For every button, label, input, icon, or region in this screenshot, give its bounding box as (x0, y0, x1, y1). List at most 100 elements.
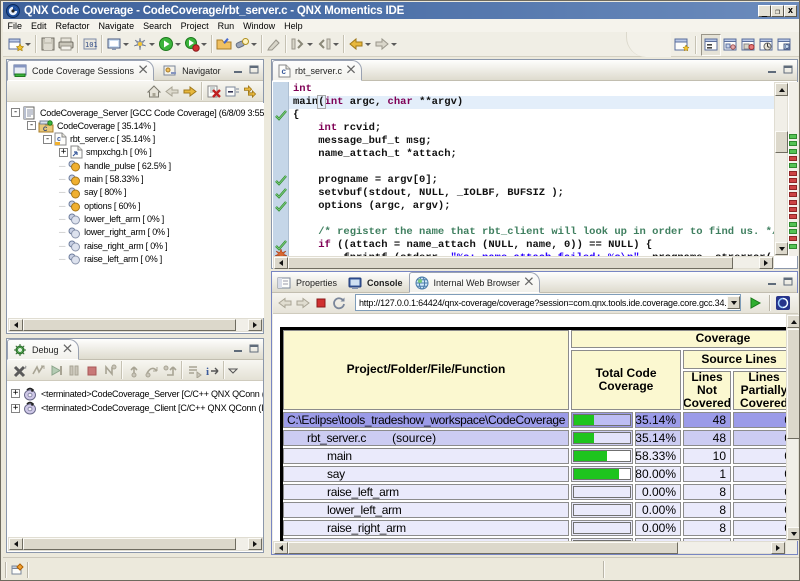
tree-item-main[interactable]: ─main [ 58.33% ] (59, 173, 143, 186)
tree-item-rbt_server.c[interactable]: -crbt_server.c [ 35.14% ] (43, 133, 155, 146)
debug-launch-button[interactable] (131, 33, 157, 55)
browser-stop-button[interactable] (312, 292, 330, 314)
print-button[interactable] (57, 33, 75, 55)
debug-launch-item[interactable]: +<terminated>CodeCoverage_Server [C/C++ … (11, 387, 263, 400)
minimize-button[interactable]: _ (758, 5, 771, 17)
scroll-down-button[interactable] (775, 242, 788, 255)
tree-item-lower_right_arm[interactable]: ─lower_right_arm [ 0% ] (59, 226, 169, 239)
perspective-system-builder-button[interactable]: C (775, 34, 793, 56)
overview-green-mark[interactable] (789, 244, 797, 249)
code-line-6[interactable]: name_attach_t *attach; (289, 148, 774, 161)
chevron-down-icon[interactable] (175, 43, 181, 46)
overview-red-mark[interactable] (789, 236, 797, 241)
browser-back-button[interactable] (276, 292, 294, 314)
chevron-down-icon[interactable] (365, 43, 371, 46)
debug-launch-item[interactable]: +<terminated>CodeCoverage_Client [C/C++ … (11, 402, 263, 415)
overview-green-mark[interactable] (789, 134, 797, 139)
overview-red-mark[interactable] (789, 192, 797, 197)
toggle-mark-occurrences-button[interactable] (265, 33, 283, 55)
scroll-down-button[interactable] (787, 527, 800, 540)
scroll-left-button[interactable] (9, 319, 23, 331)
new-wizard-button[interactable] (7, 33, 33, 55)
chevron-down-icon[interactable] (123, 43, 129, 46)
tree-item-codecoverage[interactable]: -CCodeCoverage [ 35.14% ] (27, 119, 156, 132)
menu-help[interactable]: Help (280, 21, 308, 31)
browser-forward-button[interactable] (294, 292, 312, 314)
overview-red-mark[interactable] (789, 214, 797, 219)
instruction-stepping-button[interactable] (185, 359, 203, 381)
link-with-editor-button[interactable] (241, 80, 259, 102)
title-bar[interactable]: QNX Code Coverage - CodeCoverage/rbt_ser… (3, 2, 799, 19)
back-arrow-button[interactable] (163, 80, 181, 102)
tab-code-coverage-sessions[interactable]: Code Coverage Sessions ⨉ (7, 60, 154, 81)
tab-internal-web-browser[interactable]: Internal Web Browser ⨉ (409, 272, 540, 293)
chevron-down-icon[interactable] (333, 43, 339, 46)
run-launch-button[interactable] (157, 33, 183, 55)
code-line-9[interactable]: setvbuf(stdout, NULL, _IOLBF, BUFSIZ ); (289, 187, 774, 200)
close-tab-icon[interactable]: ⨉ (64, 344, 72, 355)
maximize-view-icon[interactable] (248, 64, 260, 75)
scroll-thumb[interactable] (787, 329, 800, 439)
collapse-all-button[interactable] (223, 80, 241, 102)
code-line-1[interactable]: int (289, 83, 774, 96)
collapse-icon[interactable]: - (11, 108, 20, 117)
overview-green-mark[interactable] (789, 149, 797, 154)
overview-red-mark[interactable] (789, 156, 797, 161)
forward-history-button[interactable] (373, 33, 399, 55)
chevron-down-icon[interactable] (25, 43, 31, 46)
browser-viewport[interactable]: Project/Folder/File/FunctionCoverageTota… (273, 314, 786, 541)
code-line-13[interactable]: if ((attach = name_attach (NULL, name, 0… (289, 239, 774, 252)
step-return-button[interactable] (161, 359, 179, 381)
editor-hscrollbar[interactable] (273, 256, 774, 269)
save-button[interactable] (39, 33, 57, 55)
resume-button[interactable] (47, 359, 65, 381)
scroll-right-button[interactable] (759, 257, 773, 269)
url-dropdown-icon[interactable] (727, 296, 740, 309)
scroll-up-button[interactable] (787, 315, 800, 328)
menu-navigate[interactable]: Navigate (94, 21, 139, 31)
code-line-10[interactable]: options (argc, argv); (289, 200, 774, 213)
overview-green-mark[interactable] (789, 163, 797, 168)
browser-hscrollbar[interactable] (273, 541, 786, 554)
menu-window[interactable]: Window (239, 21, 280, 31)
scroll-left-button[interactable] (274, 542, 288, 554)
perspective-debug-button[interactable] (701, 34, 721, 56)
terminate-button[interactable] (83, 359, 101, 381)
chevron-down-icon[interactable] (391, 43, 397, 46)
scroll-left-button[interactable] (274, 257, 288, 269)
scroll-thumb[interactable] (775, 131, 788, 153)
tree-item-handle_pulse[interactable]: ─handle_pulse [ 62.5% ] (59, 159, 171, 172)
resume-signal-button[interactable] (29, 359, 47, 381)
chevron-down-icon[interactable] (149, 43, 155, 46)
tree-item-raise_right_arm[interactable]: ─raise_right_arm [ 0% ] (59, 239, 167, 252)
overview-green-mark[interactable] (789, 229, 797, 234)
tree-item-codecoverage_server[interactable]: -CodeCoverage_Server [GCC Code Coverage]… (11, 106, 264, 119)
code-area[interactable]: intmain(int argc, char **argv){ int rcvi… (289, 82, 774, 256)
menu-search[interactable]: Search (139, 21, 177, 31)
home-button[interactable] (145, 80, 163, 102)
overview-red-mark[interactable] (789, 171, 797, 176)
tree-item-raise_left_arm[interactable]: ─raise_left_arm [ 0% ] (59, 252, 162, 265)
scroll-right-button[interactable] (248, 538, 262, 550)
open-type-button[interactable] (215, 33, 233, 55)
scroll-thumb[interactable] (23, 319, 236, 331)
editor-vscrollbar[interactable] (774, 82, 788, 256)
code-line-7[interactable] (289, 161, 774, 174)
menu-project[interactable]: Project (176, 21, 213, 31)
suspend-button[interactable] (65, 359, 83, 381)
step-into-button[interactable] (125, 359, 143, 381)
tab-properties[interactable]: Properties (272, 272, 343, 293)
tab-console[interactable]: Console (343, 272, 409, 293)
browser-go-icon[interactable] (747, 295, 763, 313)
overview-red-mark[interactable] (789, 185, 797, 190)
tree-item-smpxchg.h[interactable]: +smpxchg.h [ 0% ] (59, 146, 152, 159)
menu-refactor[interactable]: Refactor (51, 21, 94, 31)
code-line-5[interactable]: message_buf_t msg; (289, 135, 774, 148)
tab-rbt-server-c[interactable]: c rbt_server.c ⨉ (272, 60, 362, 81)
sessions-hscrollbar[interactable] (8, 318, 263, 332)
code-line-3[interactable]: { (289, 109, 774, 122)
browser-refresh-button[interactable] (330, 292, 348, 314)
scroll-thumb[interactable] (288, 542, 678, 554)
expand-icon[interactable]: + (11, 404, 20, 413)
fast-view-icon[interactable] (11, 563, 24, 578)
